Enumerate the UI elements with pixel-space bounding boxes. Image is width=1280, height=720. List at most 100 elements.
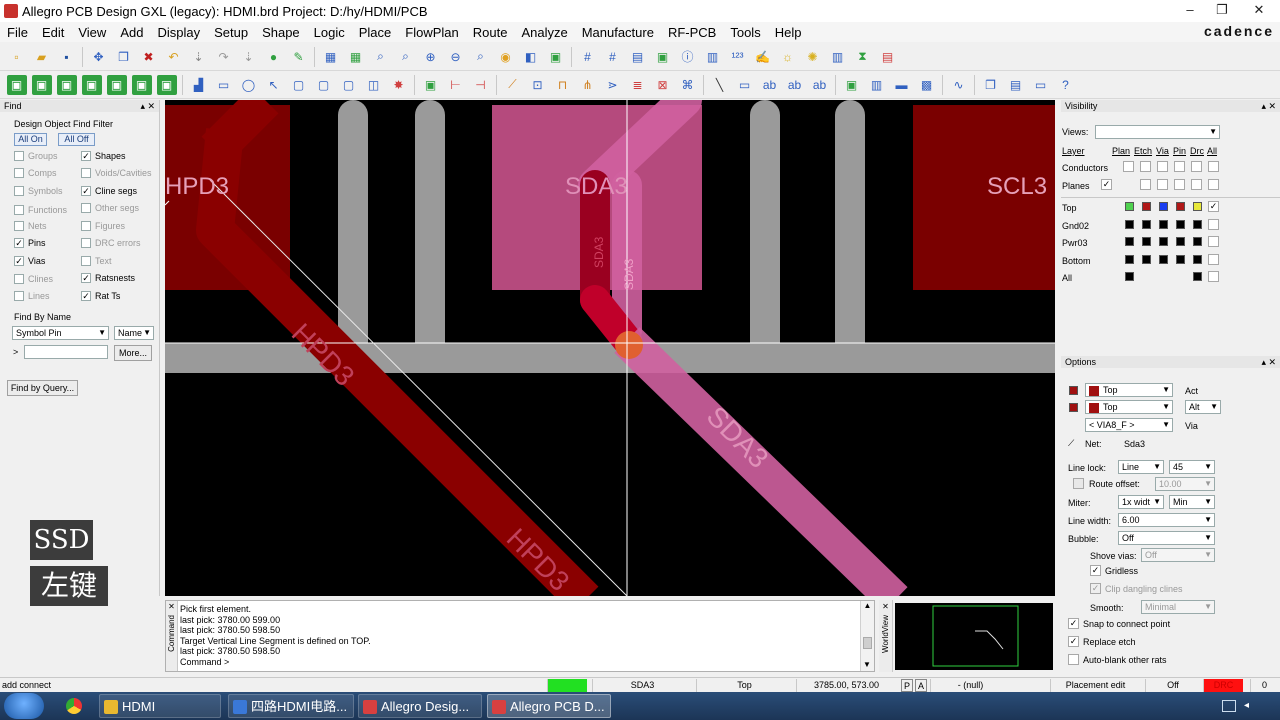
conductors-checkbox[interactable]	[1191, 161, 1202, 172]
layer-gnd02-color[interactable]	[1142, 220, 1151, 229]
auto-route-icon[interactable]: ⊠	[653, 75, 673, 95]
filter-clines-checkbox[interactable]	[14, 274, 24, 284]
delete-icon[interactable]: ✖	[139, 47, 159, 67]
taskbar-item-allegro-pcb[interactable]: Allegro PCB D...	[487, 694, 611, 718]
move-icon[interactable]: ✥	[89, 47, 109, 67]
undo-list-icon[interactable]: ⇣	[189, 47, 209, 67]
square-icon[interactable]: ▢	[289, 75, 309, 95]
filter-voids-checkbox[interactable]	[81, 168, 91, 178]
rounded-icon[interactable]: ▢	[339, 75, 359, 95]
clip-dangling-checkbox[interactable]: ✓	[1090, 583, 1101, 594]
text-icon[interactable]: ab	[760, 75, 780, 95]
zoom-fit-icon[interactable]: ⌕	[396, 47, 416, 67]
layer-bottom-color[interactable]	[1193, 255, 1202, 264]
auto-blank-checkbox[interactable]	[1068, 654, 1079, 665]
menu-manufacture[interactable]: Manufacture	[575, 25, 661, 40]
snap-checkbox[interactable]: ✓	[1068, 618, 1079, 629]
pad-icon[interactable]: ◫	[364, 75, 384, 95]
shove-vias-select[interactable]: Off ▼	[1141, 548, 1215, 562]
color-icon[interactable]: ✺	[803, 47, 823, 67]
filter-rat-ts[interactable]: ✓ Rat Ts	[81, 291, 120, 301]
box-icon[interactable]: ▢	[314, 75, 334, 95]
open-icon[interactable]: ▰	[32, 47, 52, 67]
pointer-icon[interactable]: ↖	[264, 75, 284, 95]
grid-toggle-icon[interactable]: ▦	[346, 47, 366, 67]
3d-view-icon[interactable]: ◧	[521, 47, 541, 67]
filter-vias-checkbox[interactable]: ✓	[14, 256, 24, 266]
pin-icon[interactable]: ✎	[289, 47, 309, 67]
browser-icon[interactable]: ▭	[1031, 75, 1051, 95]
zoom-out-icon[interactable]: ⊖	[446, 47, 466, 67]
copy-icon[interactable]: ❐	[114, 47, 134, 67]
drc-icon[interactable]: ▩	[917, 75, 937, 95]
filter-nets-checkbox[interactable]	[14, 221, 24, 231]
filter-clines[interactable]: Clines	[14, 274, 53, 284]
redraw-icon[interactable]: ▣	[546, 47, 566, 67]
line-angle-select[interactable]: 45 ▼	[1169, 460, 1215, 474]
help-icon[interactable]: ?	[1056, 75, 1076, 95]
taskbar-item-hdmi[interactable]: HDMI	[99, 694, 221, 718]
layer-bottom-color[interactable]	[1125, 255, 1134, 264]
filter-cline-segs[interactable]: ✓ Cline segs	[81, 186, 137, 196]
line-width-select[interactable]: 6.00 ▼	[1118, 513, 1215, 527]
property-edit-icon[interactable]: ▥	[703, 47, 723, 67]
worldview-side-tab[interactable]: ✕ WorldView	[879, 600, 893, 672]
col-etch[interactable]: Etch	[1134, 146, 1152, 156]
menu-tools[interactable]: Tools	[723, 25, 767, 40]
menu-edit[interactable]: Edit	[35, 25, 71, 40]
filter-groups[interactable]: Groups	[14, 151, 58, 161]
filter-voids[interactable]: Voids/Cavities	[81, 168, 152, 178]
planes-checkbox[interactable]	[1157, 179, 1168, 190]
menu-shape[interactable]: Shape	[255, 25, 307, 40]
layer-bottom-color[interactable]	[1142, 255, 1151, 264]
menu-logic[interactable]: Logic	[307, 25, 352, 40]
redo-list-icon[interactable]: ⇣	[239, 47, 259, 67]
layer-gnd02-color[interactable]	[1125, 220, 1134, 229]
close-icon[interactable]: ✕	[166, 601, 177, 611]
slide-icon[interactable]: ⊡	[528, 75, 548, 95]
layer-bottom-icon[interactable]: ▣	[81, 74, 102, 95]
taskbar-item-doc[interactable]: 四路HDMI电路...	[228, 694, 354, 718]
unrats-icon[interactable]: #	[578, 47, 598, 67]
layer-top-color[interactable]	[1176, 202, 1185, 211]
layer-pwr03-color[interactable]	[1176, 237, 1185, 246]
custom-smooth-icon[interactable]: ⋔	[578, 75, 598, 95]
smooth-select[interactable]: Minimal ▼	[1141, 600, 1215, 614]
text-edit-icon[interactable]: ab	[785, 75, 805, 95]
filter-shapes-checkbox[interactable]: ✓	[81, 151, 91, 161]
layer-pwr03-color[interactable]	[1142, 237, 1151, 246]
gridless-checkbox[interactable]: ✓	[1090, 565, 1101, 576]
scroll-up-icon[interactable]: ▲	[861, 601, 874, 610]
shadow-icon[interactable]: ▣	[653, 47, 673, 67]
pcb-canvas[interactable]: HPD3 SDA3 SCL3 SDA3 SDA3 HPD3 SDA3 HPD3	[165, 100, 1055, 596]
grid-icon[interactable]: ▦	[321, 47, 341, 67]
window-cascade-icon[interactable]: ❐	[981, 75, 1001, 95]
find-name-input[interactable]	[24, 345, 108, 359]
layer-pwr03-color[interactable]	[1125, 237, 1134, 246]
layer-all-color[interactable]	[1125, 272, 1134, 281]
rats-icon[interactable]: #	[603, 47, 623, 67]
planes-checkbox[interactable]: ✓	[1101, 179, 1112, 190]
menu-route[interactable]: Route	[466, 25, 515, 40]
add-connect-icon[interactable]: ⟋	[503, 75, 523, 95]
layer-all-icon[interactable]: ▣	[106, 74, 127, 95]
conductors-checkbox[interactable]	[1123, 161, 1134, 172]
layer-top-color[interactable]	[1193, 202, 1202, 211]
create-fanout-icon[interactable]: ≣	[628, 75, 648, 95]
tray-volume-icon[interactable]: ◂	[1244, 700, 1256, 712]
filter-ratsnests[interactable]: ✓ Ratsnests	[81, 273, 135, 283]
filter-comps[interactable]: Comps	[14, 168, 57, 178]
menu-view[interactable]: View	[71, 25, 113, 40]
filter-text-checkbox[interactable]	[81, 256, 91, 266]
filter-other-segs[interactable]: Other segs	[81, 203, 139, 213]
filter-ratsnests-checkbox[interactable]: ✓	[81, 273, 91, 283]
filter-cline-segs-checkbox[interactable]: ✓	[81, 186, 91, 196]
planes-checkbox[interactable]	[1191, 179, 1202, 190]
route-offset-select[interactable]: 10.00 ▼	[1155, 477, 1215, 491]
panel-pin-close-icon[interactable]: ▴ ✕	[1261, 100, 1276, 112]
filter-lines-checkbox[interactable]	[14, 291, 24, 301]
circle-icon[interactable]: ◯	[239, 75, 259, 95]
filter-text[interactable]: Text	[81, 256, 112, 266]
menu-place[interactable]: Place	[352, 25, 399, 40]
start-button[interactable]	[4, 693, 44, 719]
